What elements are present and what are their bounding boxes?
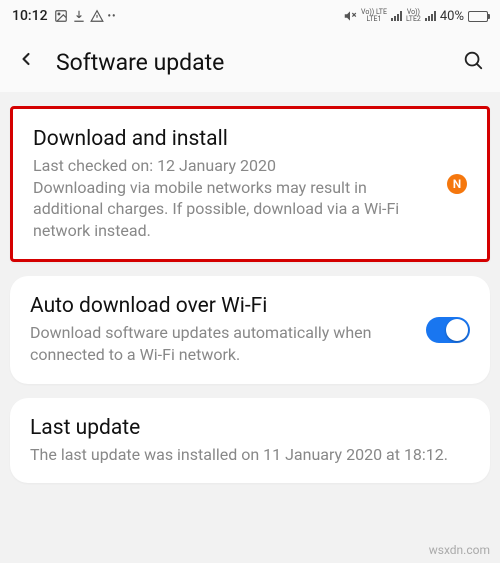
signal-sim2-icon	[425, 11, 436, 21]
auto-download-toggle[interactable]	[426, 317, 470, 343]
download-install-card[interactable]: Download and install Last checked on: 12…	[10, 106, 490, 262]
notification-badge: N	[447, 174, 467, 194]
download-install-desc: Last checked on: 12 January 2020 Downloa…	[33, 155, 433, 241]
auto-download-title: Auto download over Wi-Fi	[30, 294, 412, 318]
download-icon	[72, 9, 86, 23]
content: Download and install Last checked on: 12…	[0, 92, 500, 497]
mute-icon	[343, 9, 357, 23]
search-button[interactable]	[462, 49, 484, 75]
battery-pct: 40%	[440, 9, 464, 24]
status-right: Vo)) LTE LTE1 Vo)) LTE2 40%	[343, 9, 488, 24]
battery-icon	[468, 11, 488, 22]
page-title: Software update	[56, 49, 442, 76]
app-bar: Software update	[0, 32, 500, 92]
signal-sim1-icon	[391, 11, 402, 21]
auto-download-desc: Download software updates automatically …	[30, 322, 412, 365]
image-icon	[54, 9, 68, 23]
last-update-title: Last update	[30, 416, 470, 440]
last-update-card[interactable]: Last update The last update was installe…	[10, 398, 490, 484]
sim1-label: Vo)) LTE LTE1	[361, 9, 387, 23]
last-update-desc: The last update was installed on 11 Janu…	[30, 444, 470, 466]
watermark: wsxdn.com	[429, 543, 490, 557]
back-button[interactable]	[16, 49, 36, 75]
clock: 10:12	[12, 8, 48, 24]
status-left: 10:12 ••	[12, 8, 117, 24]
status-icons-left: ••	[54, 9, 117, 23]
auto-download-card[interactable]: Auto download over Wi-Fi Download softwa…	[10, 276, 490, 383]
more-dots-icon: ••	[108, 11, 117, 22]
status-bar: 10:12 •• Vo)) LTE LTE1 Vo)) LTE2	[0, 0, 500, 32]
download-install-title: Download and install	[33, 127, 433, 151]
warning-icon	[90, 9, 104, 23]
sim2-label: Vo)) LTE2	[406, 9, 421, 23]
